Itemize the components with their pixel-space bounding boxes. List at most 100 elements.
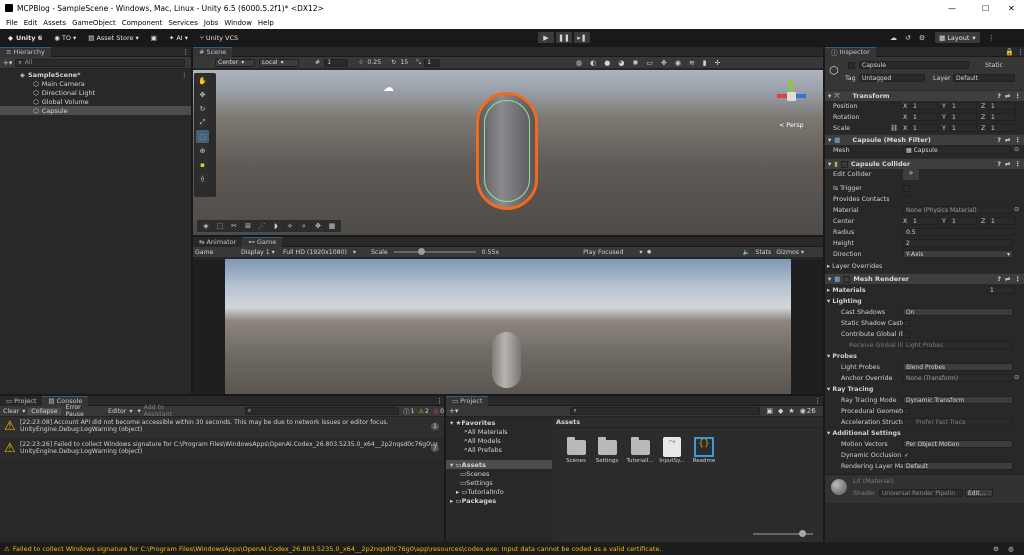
tab-project-left[interactable]: ▭ Project: [0, 395, 43, 406]
center-z[interactable]: 1: [988, 217, 1016, 225]
effects-icon[interactable]: ✺: [632, 59, 638, 67]
dynamic-occlusion-checkbox[interactable]: ✓: [903, 452, 910, 459]
folder-item[interactable]: ▭ Scenes: [446, 469, 552, 478]
rotation-z[interactable]: 1: [988, 113, 1016, 121]
capsule-object[interactable]: [476, 92, 538, 210]
favorite-item[interactable]: ⌕ All Prefabs: [446, 445, 552, 454]
rendering-layer-dropdown[interactable]: Default: [903, 462, 1013, 470]
more-icon[interactable]: ⋮: [181, 71, 188, 79]
scale-snap-icon[interactable]: ⤡: [416, 59, 421, 67]
capsule-collider-header[interactable]: ▾ ▮ Capsule Collider? ⇌ ⋮: [825, 158, 1024, 169]
error-icon[interactable]: ⓪: [433, 407, 439, 416]
rotation-x[interactable]: 1: [910, 113, 938, 121]
account-button[interactable]: ◆ Unity 6: [4, 32, 46, 43]
physics-material-field[interactable]: None (Physics Material): [903, 206, 1011, 214]
active-checkbox[interactable]: [848, 62, 855, 69]
probes-foldout[interactable]: ▾ Probes: [827, 353, 857, 360]
overlay-tool-icon[interactable]: ✥: [312, 221, 324, 231]
transform-header[interactable]: ▾ ⤧ Transform? ⇌ ⋮: [825, 90, 1024, 101]
hierarchy-item-global-volume[interactable]: ⬡ Global Volume: [0, 97, 191, 106]
editor-dropdown[interactable]: Editor: [105, 408, 129, 415]
console-message[interactable]: ⚠ [22:23:26] Failed to collect Windows s…: [0, 439, 444, 460]
move-tool-icon[interactable]: ✥: [196, 88, 209, 101]
rotate-snap-icon[interactable]: ↻: [391, 59, 396, 66]
menu-services[interactable]: Services: [168, 19, 198, 27]
preset-icon[interactable]: ⇌: [1005, 92, 1010, 100]
preset-icon[interactable]: ⇌: [1005, 136, 1010, 144]
draw-mode-icon[interactable]: ◍: [576, 59, 582, 67]
hierarchy-search-input[interactable]: ⌕ All: [15, 58, 186, 67]
contribute-gi-checkbox[interactable]: [903, 331, 910, 338]
add-icon[interactable]: +▾: [3, 59, 12, 67]
height-field[interactable]: 2: [903, 239, 1013, 247]
position-y[interactable]: 1: [949, 102, 977, 110]
static-toggle[interactable]: Static: [985, 62, 1003, 69]
maximize-button[interactable]: ☐: [982, 4, 989, 13]
visibility-icon[interactable]: ◉: [800, 407, 806, 415]
play-button[interactable]: ▶: [538, 32, 554, 43]
folder-item[interactable]: ▭ Settings: [446, 478, 552, 487]
pivot-dropdown[interactable]: Center ▾: [215, 58, 255, 67]
link-icon[interactable]: ⛓: [890, 124, 898, 132]
more-icon[interactable]: ⋮: [1015, 136, 1022, 144]
object-picker-icon[interactable]: ⊙: [1014, 374, 1019, 381]
console-message[interactable]: ⚠ [22:23:08] Account API did not become …: [0, 417, 444, 438]
hierarchy-item-capsule[interactable]: ⬡ Capsule: [0, 106, 191, 115]
menu-assets[interactable]: Assets: [43, 19, 66, 27]
object-picker-icon[interactable]: ⊙: [1014, 206, 1019, 213]
move-snap-value[interactable]: 0.25: [367, 59, 381, 66]
more-icon[interactable]: ⋮: [814, 397, 821, 405]
menu-jobs[interactable]: Jobs: [204, 19, 218, 27]
perspective-label[interactable]: < Persp: [779, 122, 804, 129]
packages-folder[interactable]: ▸ ▭ Packages: [446, 496, 552, 505]
clear-button[interactable]: Clear: [0, 408, 22, 415]
overlay-tool-icon[interactable]: ◗: [270, 221, 282, 231]
help-icon[interactable]: ?: [997, 92, 1001, 100]
overlay-tool-icon[interactable]: ▦: [326, 221, 338, 231]
gizmos-icon[interactable]: ✥: [661, 59, 667, 67]
menu-window[interactable]: Window: [224, 19, 252, 27]
assets-folder[interactable]: ▾ ▭ Assets: [446, 460, 552, 469]
tab-hierarchy[interactable]: ≡ Hierarchy: [0, 46, 51, 57]
scale-snap-field[interactable]: 1: [424, 58, 441, 67]
close-button[interactable]: ✕: [1008, 4, 1015, 13]
scene-viewport[interactable]: ✋ ✥ ↻ ⤢ ⬚ ⊕ ▪ ⟠ ☁ < Persp ◈ ⬚ ✂ ⊞ ⋰ ◗ ⟡ …: [193, 70, 823, 235]
custom-tool-icon[interactable]: ⟠: [196, 172, 209, 185]
package-button[interactable]: ▣: [147, 32, 161, 43]
overlay-tool-icon[interactable]: ⊞: [242, 221, 254, 231]
scale-z[interactable]: 1: [988, 124, 1016, 132]
folder-item[interactable]: ▸ ▭ TutorialInfo: [446, 487, 552, 496]
additional-settings-foldout[interactable]: ▾ Additional Settings: [827, 430, 901, 437]
orientation-icon[interactable]: ✛: [715, 59, 721, 67]
game-mode-dropdown[interactable]: Game▾: [193, 249, 239, 256]
asset-item-tutorialinfo[interactable]: TutorialI...: [626, 437, 654, 464]
more-icon[interactable]: ⋮: [1017, 48, 1024, 56]
favorite-item[interactable]: ⌕ All Models: [446, 436, 552, 445]
scale-slider[interactable]: [393, 248, 476, 255]
settings-icon[interactable]: ⚙: [993, 545, 999, 553]
mesh-filter-header[interactable]: ▾ ▦ Capsule (Mesh Filter)? ⇌ ⋮: [825, 134, 1024, 145]
icon-size-slider[interactable]: [753, 530, 813, 537]
ray-tracing-mode-dropdown[interactable]: Dynamic Transform: [903, 396, 1013, 404]
help-icon[interactable]: ?: [997, 160, 1001, 168]
star-icon[interactable]: ★: [788, 407, 794, 415]
step-button[interactable]: ▸❚: [574, 32, 590, 43]
help-icon[interactable]: ?: [997, 136, 1001, 144]
anchor-override-field[interactable]: None (Transform): [903, 374, 1011, 382]
center-x[interactable]: 1: [910, 217, 938, 225]
tab-scene[interactable]: # Scene: [193, 46, 233, 57]
menu-file[interactable]: File: [6, 19, 18, 27]
hierarchy-item-directional-light[interactable]: ⬡ Directional Light: [0, 88, 191, 97]
object-picker-icon[interactable]: ⊙: [1014, 146, 1019, 153]
layer-dropdown[interactable]: Default: [953, 74, 1015, 82]
tab-project[interactable]: ▭ Project: [446, 395, 489, 406]
sphere-icon[interactable]: ◕: [618, 59, 624, 67]
motion-vectors-dropdown[interactable]: Per Object Motion: [903, 440, 1013, 448]
overlay-tool-icon[interactable]: ⋰: [256, 221, 268, 231]
more-icon[interactable]: ⋮: [1015, 275, 1022, 283]
visibility-icon[interactable]: ◉: [675, 59, 681, 67]
ai-button[interactable]: ✦ AI ▾: [165, 32, 192, 43]
warning-icon[interactable]: ⚠: [418, 408, 424, 415]
tab-inspector[interactable]: ⓘ Inspector: [825, 46, 876, 57]
direction-dropdown[interactable]: Y-Axis ▾: [903, 250, 1013, 258]
